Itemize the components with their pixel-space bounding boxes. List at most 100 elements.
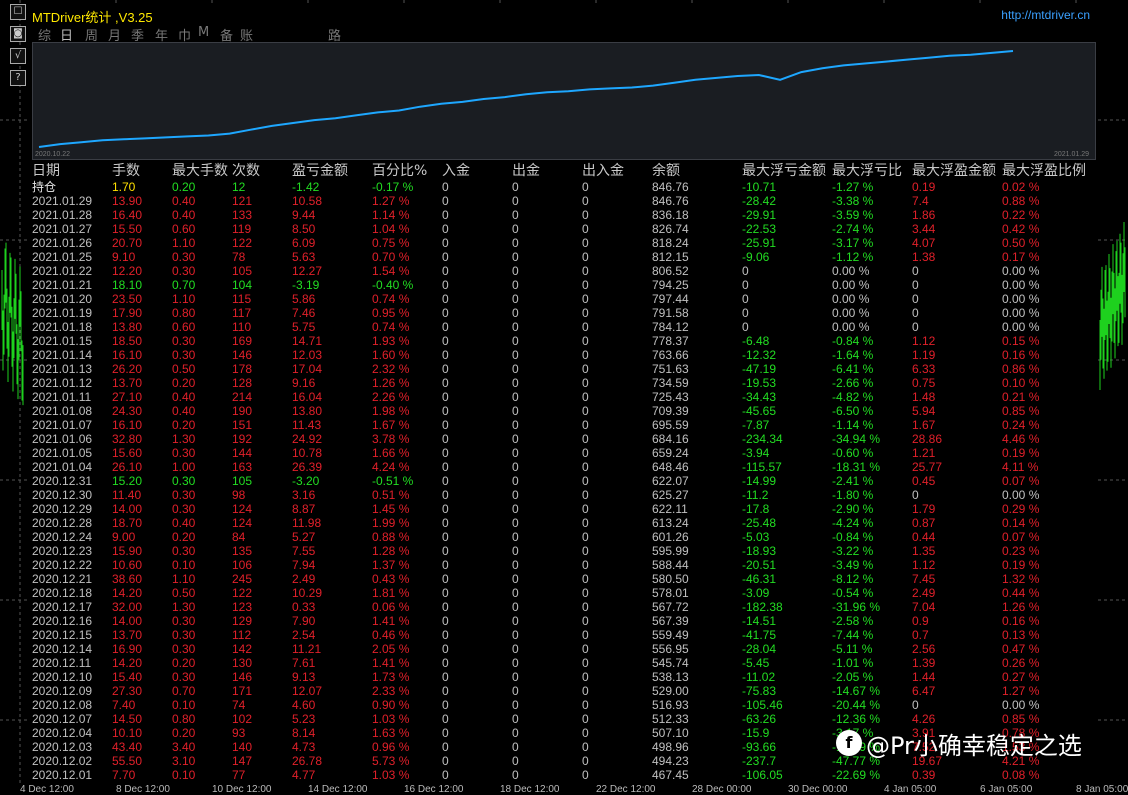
cell-d: 2021.01.22 — [32, 264, 93, 278]
app-url-link[interactable]: http://mtdriver.cn — [1001, 8, 1090, 22]
column-header[interactable]: 最大浮盈比例 — [1002, 160, 1086, 180]
cell-flp: -31.96 % — [832, 600, 881, 614]
table-row[interactable]: 2021.01.22 12.20 0.30 105 12.27 1.54 % 0 0 0 806.… — [32, 264, 1098, 278]
cell-out: 0 — [512, 642, 519, 656]
column-header[interactable]: 手数 — [112, 160, 140, 180]
cell-fl: 0 — [742, 278, 749, 292]
table-row[interactable]: 2020.12.31 15.20 0.30 105 -3.20 -0.51 % 0 0 0 622… — [32, 474, 1098, 488]
cell-pl: -3.20 — [292, 474, 320, 488]
column-header[interactable]: 盈亏金额 — [292, 160, 348, 180]
cell-flp: -3.22 % — [832, 544, 874, 558]
column-header[interactable]: 出入金 — [582, 160, 624, 180]
column-header[interactable]: 日期 — [32, 160, 60, 180]
table-row[interactable]: 2021.01.21 18.10 0.70 104 -3.19 -0.40 % 0 0 0 794… — [32, 278, 1098, 292]
table-row[interactable]: 2020.12.17 32.00 1.30 123 0.33 0.06 % 0 0 0 567.7… — [32, 600, 1098, 614]
table-row[interactable]: 2021.01.04 26.10 1.00 163 26.39 4.24 % 0 0 0 648.… — [32, 460, 1098, 474]
cell-pl: 9.13 — [292, 670, 316, 684]
table-row[interactable]: 2021.01.19 17.90 0.80 117 7.46 0.95 % 0 0 0 791.5… — [32, 306, 1098, 320]
cell-n: 121 — [232, 194, 253, 208]
table-row[interactable]: 2020.12.08 7.40 0.10 74 4.60 0.90 % 0 0 0 516.93 -… — [32, 698, 1098, 712]
cell-in: 0 — [442, 404, 449, 418]
cell-max: 3.40 — [172, 740, 196, 754]
cell-n: 84 — [232, 530, 246, 544]
table-row[interactable]: 2021.01.11 27.10 0.40 214 16.04 2.26 % 0 0 0 725.… — [32, 390, 1098, 404]
column-header[interactable]: 入金 — [442, 160, 470, 180]
table-row[interactable]: 2021.01.05 15.60 0.30 144 10.78 1.66 % 0 0 0 659.… — [32, 446, 1098, 460]
cell-bal: 580.50 — [652, 572, 689, 586]
table-row[interactable]: 2021.01.13 26.20 0.50 178 17.04 2.32 % 0 0 0 751.… — [32, 362, 1098, 376]
table-row[interactable]: 2021.01.25 9.10 0.30 78 5.63 0.70 % 0 0 0 812.15 -… — [32, 250, 1098, 264]
table-row[interactable]: 2021.01.07 16.10 0.20 151 11.43 1.67 % 0 0 0 695.… — [32, 418, 1098, 432]
cell-in: 0 — [442, 516, 449, 530]
table-row[interactable]: 持仓 1.70 0.20 12 -1.42 -0.17 % 0 0 0 846.76 -10.71 -… — [32, 180, 1098, 194]
help-icon[interactable]: ? — [10, 70, 26, 86]
column-header[interactable]: 最大浮亏金额 — [742, 160, 826, 180]
settings-icon[interactable]: ◙ — [10, 26, 26, 42]
cell-fpp: 0.88 % — [1002, 194, 1040, 208]
cell-out: 0 — [512, 250, 519, 264]
cell-pct: 1.81 % — [372, 586, 410, 600]
cell-out: 0 — [512, 404, 519, 418]
table-row[interactable]: 2020.12.07 14.50 0.80 102 5.23 1.03 % 0 0 0 512.3… — [32, 712, 1098, 726]
cell-bal: 818.24 — [652, 236, 689, 250]
column-header[interactable]: 出金 — [512, 160, 540, 180]
minimize-icon[interactable]: ☐ — [10, 4, 26, 20]
cell-net: 0 — [582, 348, 589, 362]
table-row[interactable]: 2020.12.16 14.00 0.30 129 7.90 1.41 % 0 0 0 567.3… — [32, 614, 1098, 628]
cell-max: 0.20 — [172, 530, 196, 544]
table-row[interactable]: 2021.01.12 13.70 0.20 128 9.16 1.26 % 0 0 0 734.5… — [32, 376, 1098, 390]
tab-7[interactable]: M — [198, 25, 209, 40]
cell-max: 0.50 — [172, 362, 196, 376]
cell-fl: -47.19 — [742, 362, 777, 376]
table-row[interactable]: 2020.12.15 13.70 0.30 112 2.54 0.46 % 0 0 0 559.4… — [32, 628, 1098, 642]
table-row[interactable]: 2020.12.11 14.20 0.20 130 7.61 1.41 % 0 0 0 545.7… — [32, 656, 1098, 670]
table-row[interactable]: 2020.12.29 14.00 0.30 124 8.87 1.45 % 0 0 0 622.1… — [32, 502, 1098, 516]
table-row[interactable]: 2020.12.30 11.40 0.30 98 3.16 0.51 % 0 0 0 625.27… — [32, 488, 1098, 502]
column-header[interactable]: 最大浮盈金额 — [912, 160, 996, 180]
cell-bal: 498.96 — [652, 740, 689, 754]
cell-net: 0 — [582, 628, 589, 642]
cell-pct: 1.37 % — [372, 558, 410, 572]
table-row[interactable]: 2020.12.14 16.90 0.30 142 11.21 2.05 % 0 0 0 556.… — [32, 642, 1098, 656]
cell-in: 0 — [442, 530, 449, 544]
table-row[interactable]: 2021.01.15 18.50 0.30 169 14.71 1.93 % 0 0 0 778.… — [32, 334, 1098, 348]
cell-out: 0 — [512, 208, 519, 222]
table-row[interactable]: 2021.01.28 16.40 0.40 133 9.44 1.14 % 0 0 0 836.1… — [32, 208, 1098, 222]
column-header[interactable]: 百分比% — [372, 160, 427, 180]
table-row[interactable]: 2020.12.22 10.60 0.10 106 7.94 1.37 % 0 0 0 588.4… — [32, 558, 1098, 572]
table-row[interactable]: 2020.12.09 27.30 0.70 171 12.07 2.33 % 0 0 0 529.… — [32, 684, 1098, 698]
table-row[interactable]: 2020.12.10 15.40 0.30 146 9.13 1.73 % 0 0 0 538.1… — [32, 670, 1098, 684]
cell-fl: -25.91 — [742, 236, 777, 250]
cell-pct: 0.70 % — [372, 250, 410, 264]
table-row[interactable]: 2021.01.18 13.80 0.60 110 5.75 0.74 % 0 0 0 784.1… — [32, 320, 1098, 334]
table-row[interactable]: 2020.12.18 14.20 0.50 122 10.29 1.81 % 0 0 0 578.… — [32, 586, 1098, 600]
sqrt-icon[interactable]: √ — [10, 48, 26, 64]
cell-fl: -15.9 — [742, 726, 770, 740]
table-row[interactable]: 2021.01.27 15.50 0.60 119 8.50 1.04 % 0 0 0 826.7… — [32, 222, 1098, 236]
table-row[interactable]: 2020.12.01 7.70 0.10 77 4.77 1.03 % 0 0 0 467.45 -… — [32, 768, 1098, 782]
cell-bal: 507.10 — [652, 726, 689, 740]
table-row[interactable]: 2020.12.21 38.60 1.10 245 2.49 0.43 % 0 0 0 580.5… — [32, 572, 1098, 586]
cell-n: 146 — [232, 670, 253, 684]
cell-pct: 0.74 % — [372, 292, 410, 306]
table-row[interactable]: 2021.01.08 24.30 0.40 190 13.80 1.98 % 0 0 0 709.… — [32, 404, 1098, 418]
table-row[interactable]: 2021.01.20 23.50 1.10 115 5.86 0.74 % 0 0 0 797.4… — [32, 292, 1098, 306]
cell-fp: 0 — [912, 278, 919, 292]
table-row[interactable]: 2020.12.24 9.00 0.20 84 5.27 0.88 % 0 0 0 601.26 -… — [32, 530, 1098, 544]
table-row[interactable]: 2020.12.23 15.90 0.30 135 7.55 1.28 % 0 0 0 595.9… — [32, 544, 1098, 558]
table-row[interactable]: 2020.12.28 18.70 0.40 124 11.98 1.99 % 0 0 0 613.… — [32, 516, 1098, 530]
cell-max: 0.30 — [172, 642, 196, 656]
column-header[interactable]: 最大浮亏比 — [832, 160, 902, 180]
cell-fpp: 0.47 % — [1002, 642, 1040, 656]
cell-in: 0 — [442, 684, 449, 698]
table-row[interactable]: 2021.01.29 13.90 0.40 121 10.58 1.27 % 0 0 0 846.… — [32, 194, 1098, 208]
table-row[interactable]: 2021.01.06 32.80 1.30 192 24.92 3.78 % 0 0 0 684.… — [32, 432, 1098, 446]
column-header[interactable]: 最大手数 — [172, 160, 228, 180]
cell-fp: 1.48 — [912, 390, 936, 404]
column-header[interactable]: 余额 — [652, 160, 680, 180]
column-header[interactable]: 次数 — [232, 160, 260, 180]
table-row[interactable]: 2021.01.26 20.70 1.10 122 6.09 0.75 % 0 0 0 818.2… — [32, 236, 1098, 250]
table-row[interactable]: 2021.01.14 16.10 0.30 146 12.03 1.60 % 0 0 0 763.… — [32, 348, 1098, 362]
cell-fpp: 0.42 % — [1002, 222, 1040, 236]
cell-fpp: 0.00 % — [1002, 698, 1040, 712]
